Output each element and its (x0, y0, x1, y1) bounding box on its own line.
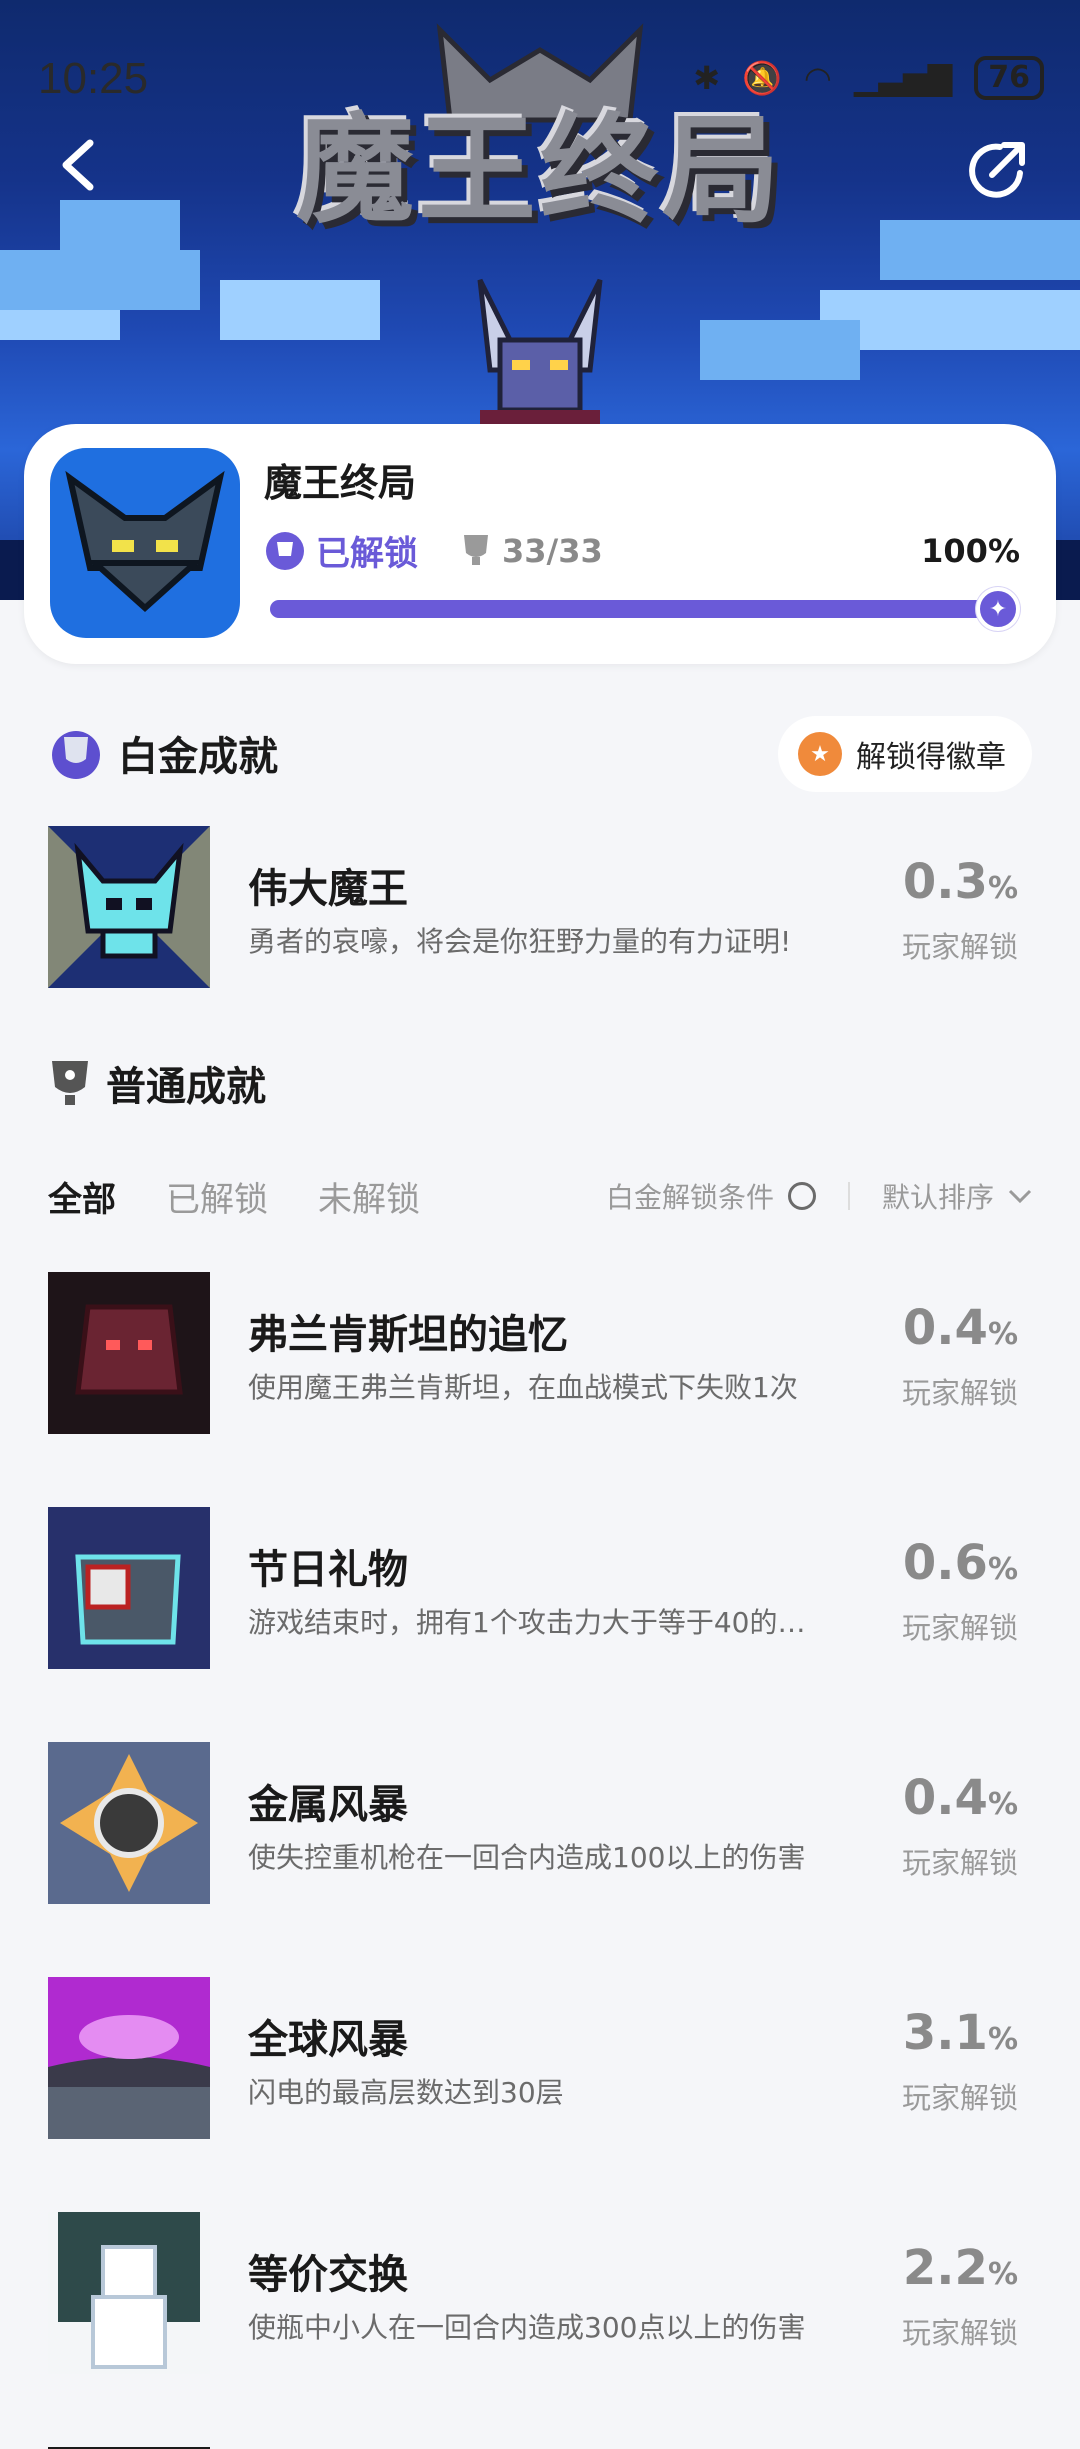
platinum-condition-toggle[interactable]: 白金解锁条件 (606, 1176, 774, 1216)
achievement-desc: 闪电的最高层数达到30层 (248, 2076, 564, 2109)
achievement-row[interactable]: 全球风暴 闪电的最高层数达到30层 3.1% 玩家解锁 (48, 1977, 1032, 2139)
unlock-rate: 0.4% (902, 1300, 1018, 1356)
achievement-row[interactable]: 等价交换 使瓶中小人在一回合内造成300点以上的伤害 2.2% 玩家解锁 (48, 2212, 1032, 2374)
platinum-trophy-icon (266, 531, 304, 570)
progress-fill (270, 600, 1010, 618)
achievement-name: 伟大魔王 (248, 866, 408, 912)
unlock-rate-label: 玩家解锁 (901, 1846, 1018, 1880)
cloud-pixel (0, 250, 200, 310)
achievement-name: 等价交换 (248, 2252, 408, 2298)
platinum-heading: 白金成就 (48, 724, 278, 782)
unlock-rate-label: 玩家解锁 (901, 1376, 1018, 1410)
trophy-icon (464, 534, 488, 565)
gift-creature-icon (48, 1507, 210, 1669)
tab-all[interactable]: 全部 (48, 1172, 116, 1221)
tab-locked[interactable]: 未解锁 (318, 1172, 420, 1221)
achievement-name: 节日礼物 (248, 1547, 408, 1593)
unlock-rate-label: 玩家解锁 (901, 1611, 1018, 1645)
achievement-desc: 使失控重机枪在一回合内造成100以上的伤害 (248, 1841, 806, 1874)
achievement-name: 弗兰肯斯坦的追忆 (248, 1312, 568, 1358)
skull-king-icon (48, 826, 210, 988)
trophy-icon (52, 1061, 88, 1105)
cloud-pixel (700, 320, 860, 380)
lightning-storm-icon (48, 1977, 210, 2139)
filter-bar: 全部 已解锁 未解锁 白金解锁条件 默认排序 (48, 1166, 1032, 1226)
sort-dropdown[interactable]: 默认排序 (882, 1176, 994, 1216)
achievement-row[interactable]: 金属风暴 使失控重机枪在一回合内造成100以上的伤害 0.4% 玩家解锁 (48, 1742, 1032, 1904)
achievement-desc: 使用魔王弗兰肯斯坦，在血战模式下失败1次 (248, 1371, 798, 1404)
unlock-badge-button[interactable]: ★ 解锁得徽章 (778, 716, 1032, 792)
bat-icon (65, 470, 225, 613)
mute-icon: 🔕 (742, 59, 782, 97)
unlock-rate-label: 玩家解锁 (901, 930, 1018, 964)
badge-icon: ★ (798, 732, 842, 776)
wifi-icon: ◠ (803, 59, 832, 97)
battery-indicator: 76 (974, 56, 1044, 100)
bottle-figure-icon (48, 2212, 210, 2374)
unlock-rate-label: 玩家解锁 (901, 2316, 1018, 2350)
achievement-desc: 游戏结束时，拥有1个攻击力大于等于40的… (248, 1606, 806, 1639)
achievement-name: 金属风暴 (248, 1782, 408, 1828)
back-button[interactable] (50, 135, 110, 195)
game-icon[interactable] (50, 448, 240, 638)
unlock-rate: 0.6% (902, 1535, 1018, 1591)
unlocked-status: 已解锁 (316, 534, 418, 574)
metal-storm-icon (48, 1742, 210, 1904)
bluetooth-icon: ✱ (693, 59, 721, 97)
platinum-trophy-icon (52, 731, 100, 779)
unlock-rate: 0.3% (902, 854, 1018, 910)
game-title: 魔王终局 (264, 461, 417, 505)
unlock-rate: 0.4% (902, 1770, 1018, 1826)
unlock-rate: 2.2% (902, 2240, 1018, 2296)
cloud-pixel (220, 280, 380, 340)
achievement-row[interactable]: 节日礼物 游戏结束时，拥有1个攻击力大于等于40的… 0.6% 玩家解锁 (48, 1507, 1032, 1669)
progress-star-icon: ✦ (976, 587, 1020, 631)
share-button[interactable] (962, 135, 1032, 205)
signal-icon: ▁▃▅▇ (853, 59, 953, 97)
achievement-name: 全球风暴 (248, 2017, 408, 2063)
tab-unlocked[interactable]: 已解锁 (166, 1172, 268, 1221)
unlock-rate-label: 玩家解锁 (901, 2081, 1018, 2115)
cloud-pixel (60, 200, 180, 250)
achievement-desc: 勇者的哀嚎，将会是你狂野力量的有力证明! (248, 925, 792, 958)
frankenstein-icon (48, 1272, 210, 1434)
platinum-achievement[interactable]: 伟大魔王 勇者的哀嚎，将会是你狂野力量的有力证明! 0.3% 玩家解锁 (48, 826, 1032, 988)
unlock-rate: 3.1% (902, 2005, 1018, 2061)
game-summary-card: 魔王终局 已解锁 33/33 100% ✦ (24, 424, 1056, 664)
radio-circle-icon[interactable] (787, 1182, 816, 1210)
clock: 10:25 (38, 54, 149, 103)
achievement-desc: 使瓶中小人在一回合内造成300点以上的伤害 (248, 2311, 806, 2344)
status-bar: 10:25 ✱ 🔕 ◠ ▁▃▅▇ 76 (0, 0, 1080, 160)
cloud-pixel (880, 220, 1080, 280)
chevron-down-icon[interactable] (1008, 1188, 1032, 1204)
normal-heading: 普通成就 (48, 1054, 266, 1112)
achievement-row[interactable]: 弗兰肯斯坦的追忆 使用魔王弗兰肯斯坦，在血战模式下失败1次 0.4% 玩家解锁 (48, 1272, 1032, 1434)
trophy-count: 33/33 (502, 531, 603, 570)
progress-bar: ✦ (270, 587, 1020, 631)
progress-percent: 100% (921, 532, 1020, 570)
